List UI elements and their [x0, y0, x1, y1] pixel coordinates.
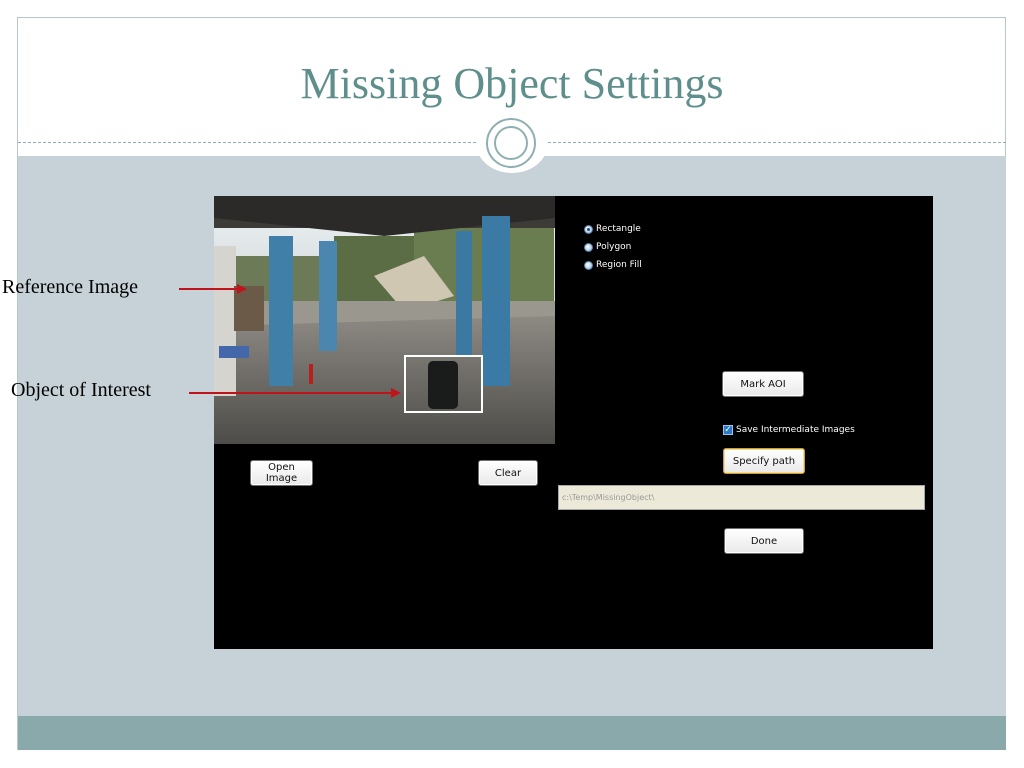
reference-image-callout: Reference Image [2, 276, 139, 298]
specify-path-button[interactable]: Specify path [723, 448, 805, 474]
object-arrow-line [189, 392, 391, 394]
mark-aoi-button[interactable]: Mark AOI [722, 371, 804, 397]
checkmark-icon[interactable]: ✓ [723, 425, 733, 435]
reference-arrow-head-icon [237, 284, 247, 294]
radio-polygon[interactable]: Polygon [584, 242, 631, 252]
clear-button[interactable]: Clear [478, 460, 538, 486]
reference-arrow-line [179, 288, 237, 290]
slide-title: Missing Object Settings [300, 59, 724, 108]
object-of-interest-box[interactable] [404, 355, 483, 413]
output-path-field[interactable] [558, 485, 925, 510]
open-image-button[interactable]: Open Image [250, 460, 313, 486]
object-of-interest-callout: Object of Interest [11, 379, 151, 401]
application-window: Rectangle Polygon Region Fill Open Image… [214, 196, 933, 649]
radio-label: Region Fill [596, 260, 642, 270]
done-button[interactable]: Done [724, 528, 804, 554]
footer-bar [18, 716, 1006, 750]
save-intermediate-label: Save Intermediate Images [736, 425, 855, 435]
object-arrow-head-icon [391, 388, 401, 398]
radio-button-icon[interactable] [584, 260, 593, 270]
radio-rectangle[interactable]: Rectangle [584, 224, 641, 234]
radio-label: Polygon [596, 242, 632, 252]
radio-button-icon[interactable] [584, 242, 593, 252]
save-intermediate-checkbox-row[interactable]: ✓ Save Intermediate Images [723, 425, 855, 435]
radio-label: Rectangle [596, 224, 641, 234]
reference-image [214, 196, 555, 444]
radio-region-fill[interactable]: Region Fill [584, 260, 642, 270]
parking-scene-image [214, 196, 555, 444]
double-ring-icon [486, 118, 536, 168]
radio-button-icon[interactable] [584, 224, 593, 234]
